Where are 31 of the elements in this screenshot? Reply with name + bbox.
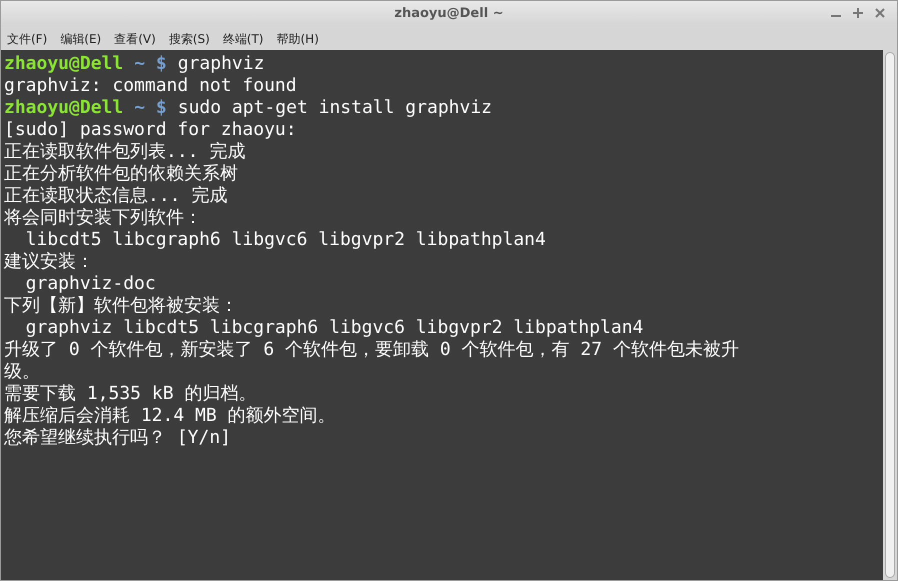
menu-item[interactable]: 查看(V) [114, 30, 156, 48]
prompt-user: zhaoyu@Dell [4, 97, 124, 119]
output-line: [sudo] password for zhaoyu: [4, 119, 297, 141]
menu-item[interactable]: 帮助(H) [276, 30, 319, 48]
prompt-path: ~ $ [134, 53, 167, 75]
output-line: graphviz-doc [24, 273, 156, 295]
command-text: graphviz [178, 53, 264, 75]
output-line: 解压缩后会消耗 12.4 MB 的额外空间。 [4, 405, 336, 427]
close-icon[interactable] [875, 7, 885, 19]
output-line: 需要下载 1,535 kB 的归档。 [4, 383, 256, 405]
menu-item[interactable]: 编辑(E) [60, 30, 102, 48]
output-line: graphviz libcdt5 libcgraph6 libgvc6 libgvpr2 libpathplan4 [24, 317, 644, 339]
output-line: 建议安装： [4, 251, 94, 273]
output-line: 升级了 0 个软件包，新安装了 6 个软件包，要卸载 0 个软件包，有 27 个软件包未被升 [4, 339, 739, 361]
window-title: zhaoyu@Dell ~ [394, 5, 504, 24]
output-line: 正在读取状态信息... 完成 [4, 185, 228, 207]
output-line: 正在读取软件包列表... 完成 [4, 141, 246, 163]
prompt-path: ~ $ [134, 97, 167, 119]
menu-item[interactable]: 终端(T) [222, 30, 264, 48]
output-line: 将会同时安装下列软件： [4, 207, 202, 229]
output-line: graphviz: command not found [4, 75, 297, 97]
output-line: libcdt5 libcgraph6 libgvc6 libgvpr2 libpathplan4 [24, 229, 546, 251]
maximize-icon[interactable] [853, 7, 863, 19]
output-line: 级。 [4, 361, 40, 383]
command-text: sudo apt-get install graphviz [178, 97, 492, 119]
output-line: 下列【新】软件包将被安装： [4, 295, 238, 317]
prompt-user: zhaoyu@Dell [4, 53, 124, 75]
output-line: 您希望继续执行吗？ [Y/n] [4, 427, 232, 449]
output-line: 正在分析软件包的依赖关系树 [4, 163, 238, 185]
menu-item[interactable]: 文件(F) [7, 30, 48, 48]
menu-item[interactable]: 搜索(S) [168, 30, 210, 48]
